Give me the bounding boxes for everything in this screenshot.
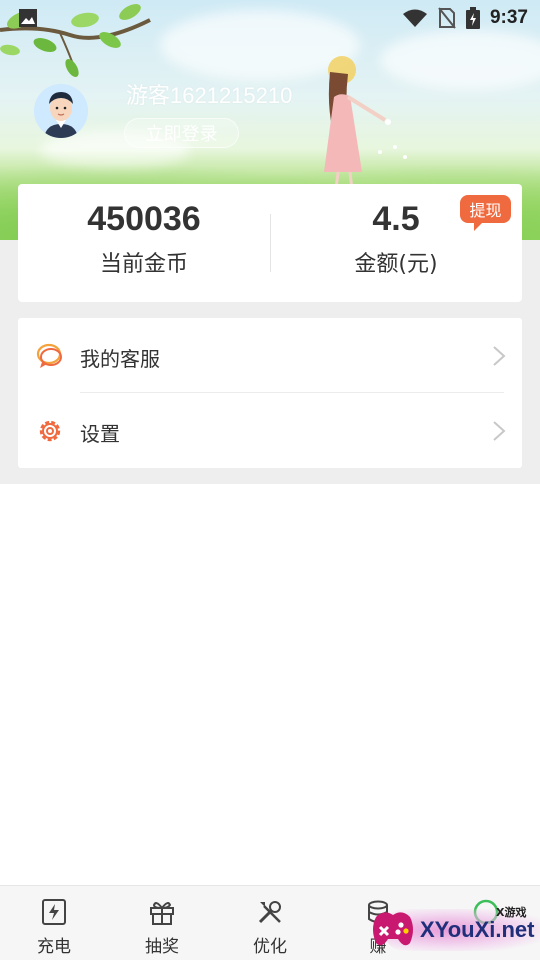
nav-label: 抽奖: [145, 937, 179, 957]
user-avatar-icon: [34, 84, 88, 138]
menu-item-customer-service[interactable]: 我的客服: [18, 318, 522, 393]
amount-label: 金额(元): [354, 252, 438, 277]
nav-item-charge[interactable]: 充电: [0, 886, 108, 960]
menu-item-label: 我的客服: [80, 347, 160, 371]
menu-item-settings[interactable]: 设置: [18, 393, 522, 468]
battery-charging-icon: [465, 7, 480, 29]
menu-item-label: 设置: [80, 422, 120, 446]
gear-icon: [39, 420, 61, 442]
nav-item-lottery[interactable]: 抽奖: [108, 886, 216, 960]
charge-icon: [42, 899, 66, 925]
stats-card: 450036 当前金币 4.5 金额(元) 提现: [18, 184, 522, 302]
wifi-icon: [402, 9, 427, 27]
withdraw-button[interactable]: 提现: [460, 195, 511, 231]
chevron-right-icon: [493, 421, 506, 441]
nav-label: 优化: [253, 937, 287, 957]
coins-stat: 450036 当前金币: [18, 184, 270, 302]
status-time: 9:37: [489, 7, 528, 28]
girl-illustration: [324, 56, 407, 191]
tools-icon: [258, 901, 281, 924]
menu-card: 我的客服 设置: [18, 318, 522, 468]
login-button[interactable]: 立即登录: [124, 118, 239, 148]
status-bar: 9:37: [0, 0, 540, 36]
gamepad-logo-icon: [373, 912, 413, 946]
no-sim-icon: [438, 7, 456, 29]
avatar[interactable]: [34, 84, 88, 138]
chevron-right-icon: [493, 346, 506, 366]
coins-value: 450036: [87, 200, 201, 238]
gift-icon: [150, 902, 174, 925]
watermark-text: XYouXi.net: [420, 917, 535, 942]
nav-label: 充电: [37, 937, 71, 957]
site-watermark: X游戏 XYouXi.net: [366, 895, 540, 955]
chat-bubble-icon: [36, 343, 62, 368]
username: 游客1621215210: [126, 83, 293, 108]
image-notification-icon: [19, 9, 37, 27]
coins-label: 当前金币: [99, 252, 188, 277]
nav-item-optimize[interactable]: 优化: [216, 886, 324, 960]
